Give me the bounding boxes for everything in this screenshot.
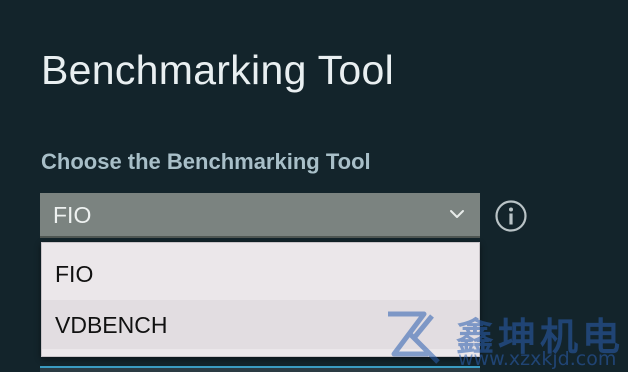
watermark: 鑫坤机电 www.xzxkjd.com [382,304,628,372]
select-current-value: FIO [53,202,92,228]
page-title: Benchmarking Tool [41,47,395,93]
chevron-down-icon[interactable] [448,205,466,223]
option-fio[interactable]: FIO [42,249,479,298]
option-label: FIO [55,261,94,287]
watermark-url: www.xzxkjd.com [458,348,617,370]
xz-logo-icon [388,311,440,364]
benchmarking-tool-label: Choose the Benchmarking Tool [41,149,371,174]
info-circle-icon[interactable] [494,199,528,233]
benchmarking-tool-select[interactable]: FIO [40,193,480,238]
option-label: VDBENCH [55,312,168,338]
